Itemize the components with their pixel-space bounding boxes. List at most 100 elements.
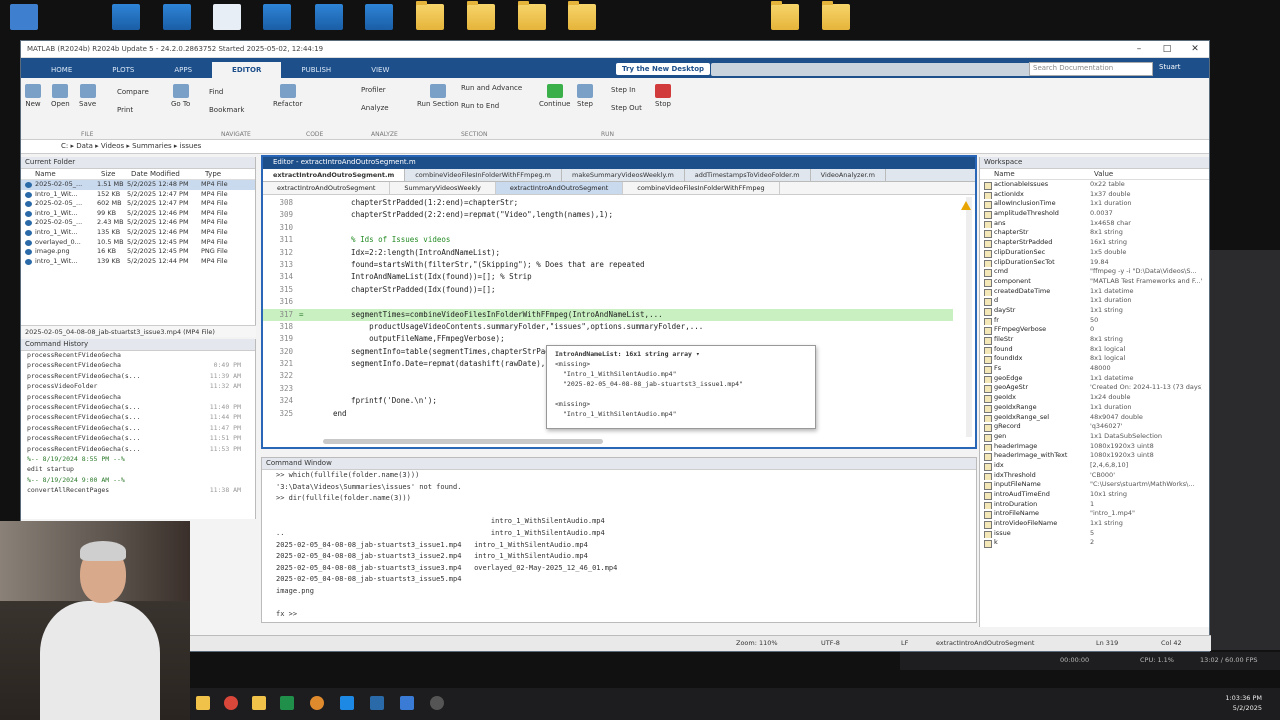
- code-line[interactable]: 310: [263, 222, 953, 234]
- workspace-variable[interactable]: geoIdxRange_sel 48x9047 double: [980, 413, 1209, 423]
- app-icon[interactable]: [340, 696, 354, 710]
- workspace-variable[interactable]: d 1x1 duration: [980, 296, 1209, 306]
- workspace-variable[interactable]: chapterStrPadded 16x1 string: [980, 238, 1209, 248]
- obs-icon[interactable]: [430, 696, 444, 710]
- tooltip-header[interactable]: IntroAndNameList: 16x1 string array ▾: [555, 350, 807, 360]
- code-line[interactable]: 319 outputFileName,FFmpegVerbose);: [263, 333, 953, 345]
- workspace-variable[interactable]: amplitudeThreshold 0.0037: [980, 209, 1209, 219]
- new-button[interactable]: New: [25, 84, 41, 108]
- workspace-variable[interactable]: actionableIssues 0x22 table: [980, 180, 1209, 190]
- workspace-variable[interactable]: inputFileName "C:\Users\stuartm\MathWorks…: [980, 480, 1209, 490]
- code-line[interactable]: 312 Idx=2:2:length(IntroAndNameList);: [263, 247, 953, 259]
- workspace-variable[interactable]: idxThreshold 'CB000': [980, 471, 1209, 481]
- workspace-variable[interactable]: ans 1x4658 char: [980, 219, 1209, 229]
- workspace-variable[interactable]: geoIdxRange 1x1 duration: [980, 403, 1209, 413]
- col-date[interactable]: Date Modified: [127, 169, 201, 179]
- workspace-variable[interactable]: gRecord'q346027': [980, 422, 1209, 432]
- app-icon[interactable]: [370, 696, 384, 710]
- workspace-variable[interactable]: k2: [980, 538, 1209, 549]
- history-row[interactable]: %-- 8/19/2024 8:55 PM --%: [21, 455, 255, 465]
- workspace-variable[interactable]: geoIdx 1x24 double: [980, 393, 1209, 403]
- col-size[interactable]: Size: [97, 169, 127, 179]
- print-button[interactable]: Print: [117, 106, 133, 114]
- step-in-button[interactable]: Step In: [611, 86, 636, 94]
- open-button[interactable]: Open: [51, 84, 70, 108]
- workspace-variable[interactable]: dayStr 1x1 string: [980, 306, 1209, 316]
- history-row[interactable]: %-- 8/19/2024 9:00 AM --%: [21, 476, 255, 486]
- workspace-variable[interactable]: introAudTimeEnd 10x1 string: [980, 490, 1209, 500]
- bookmark-button[interactable]: Bookmark: [209, 106, 244, 114]
- code-line[interactable]: 316: [263, 296, 953, 308]
- editor-horizontal-scrollbar[interactable]: [323, 439, 603, 444]
- editor-file-tab[interactable]: makeSummaryVideosWeekly.m: [562, 169, 685, 181]
- folder-icon[interactable]: [467, 1, 495, 30]
- workspace-variable[interactable]: introDuration 1: [980, 500, 1209, 510]
- workspace-variable[interactable]: Fs 48000: [980, 364, 1209, 374]
- local-function-tab[interactable]: SummaryVideosWeekly: [390, 182, 496, 194]
- history-row[interactable]: convertAllRecentPages 11:38 AM: [21, 486, 255, 496]
- workspace-variable[interactable]: createdDateTime 1x1 datetime: [980, 287, 1209, 297]
- workspace-variable[interactable]: FFmpegVerbose 0: [980, 325, 1209, 335]
- outlook-icon[interactable]: [400, 696, 414, 710]
- local-function-tab[interactable]: combineVideoFilesInFolderWithFFmpeg: [623, 182, 780, 194]
- editor-file-tab[interactable]: combineVideoFilesInFolderWithFFmpeg.m: [405, 169, 562, 181]
- run-to-end-button[interactable]: Run to End: [461, 102, 499, 110]
- find-button[interactable]: Find: [209, 88, 223, 96]
- col-type[interactable]: Type: [201, 169, 241, 179]
- workspace-variable[interactable]: clipDurationSec 1x5 double: [980, 248, 1209, 258]
- app-icon[interactable]: [315, 4, 343, 30]
- minimize-icon[interactable]: –: [1125, 44, 1153, 54]
- code-line[interactable]: 311 % Ids of Issues videos: [263, 234, 953, 246]
- file-explorer-icon[interactable]: [196, 696, 210, 710]
- code-line[interactable]: 317 = segmentTimes=combineVideoFilesInFol…: [263, 308, 953, 321]
- history-row[interactable]: processRecentFVideoGecha(s... 11:44 PM: [21, 413, 255, 423]
- address-bar[interactable]: C: ▸ Data ▸ Videos ▸ Summaries ▸ issues: [21, 140, 1209, 154]
- workspace-variable[interactable]: gen 1x1 DataSubSelection: [980, 432, 1209, 442]
- tab-home[interactable]: HOME: [31, 62, 92, 78]
- workspace-variable[interactable]: allowInclusionTime 1x1 duration: [980, 199, 1209, 210]
- code-line[interactable]: 315 chapterStrPadded(Idx(found))=[];: [263, 284, 953, 296]
- stop-button[interactable]: Stop: [655, 84, 671, 108]
- excel-icon[interactable]: [280, 696, 294, 710]
- warning-icon[interactable]: [961, 201, 971, 210]
- history-row[interactable]: processRecentFVideoGecha(s... 11:53 PM: [21, 445, 255, 455]
- editor-file-tab[interactable]: VideoAnalyzer.m: [811, 169, 886, 181]
- file-row[interactable]: intro_1_Wit... 135 KB 5/2/2025 12:46 PM MP4…: [21, 228, 255, 238]
- workspace-variable[interactable]: idx [2,4,6,8,10]: [980, 461, 1209, 471]
- file-row[interactable]: Intro_1_Wit... 152 KB 5/2/2025 12:47 PM MP4…: [21, 190, 255, 200]
- tab-publish[interactable]: PUBLISH: [281, 62, 351, 78]
- workspace-variable[interactable]: actionIdx 1x37 double: [980, 190, 1209, 200]
- workspace-variable[interactable]: foundIdx 8x1 logical: [980, 354, 1209, 365]
- local-function-tab[interactable]: extractIntroAndOutroSegment: [495, 182, 624, 194]
- save-button[interactable]: Save: [79, 84, 96, 108]
- folder-icon[interactable]: [822, 1, 850, 30]
- app-icon[interactable]: [263, 4, 291, 30]
- workspace-variable[interactable]: cmd "ffmpeg -y -i "D:\Data\Videos\S...: [980, 267, 1209, 277]
- local-function-tab[interactable]: extractIntroAndOutroSegment: [263, 182, 391, 194]
- file-row[interactable]: 2025-02-05_... 1.51 MB 5/2/2025 12:48 PM MP…: [21, 180, 255, 190]
- folder-icon[interactable]: [568, 1, 596, 30]
- continue-button[interactable]: Continue: [539, 84, 570, 108]
- profiler-button[interactable]: Profiler: [361, 86, 386, 94]
- history-row[interactable]: processVideoFolder 11:32 AM: [21, 382, 255, 392]
- code-line[interactable]: 308 chapterStrPadded(1:2:end)=chapterStr…: [263, 197, 953, 209]
- file-row[interactable]: image.png 16 KB 5/2/2025 12:45 PM PNG File: [21, 247, 255, 257]
- history-row[interactable]: processRecentFVideoGecha(s... 11:51 PM: [21, 434, 255, 444]
- file-row[interactable]: 2025-02-05_... 2.43 MB 5/2/2025 12:46 PM MP…: [21, 218, 255, 228]
- cloud-icon[interactable]: [365, 4, 393, 30]
- workspace-variable[interactable]: headerImage 1080x1920x3 uint8: [980, 442, 1209, 452]
- history-row[interactable]: edit startup: [21, 465, 255, 475]
- go-to-button[interactable]: Go To: [171, 84, 190, 108]
- user-menu[interactable]: Stuart: [1159, 63, 1181, 71]
- tab-apps[interactable]: APPS: [154, 62, 212, 78]
- file-row[interactable]: overlayed_0... 10.5 MB 5/2/2025 12:45 PM MP…: [21, 238, 255, 248]
- workspace-variable[interactable]: chapterStr 8x1 string: [980, 228, 1209, 239]
- chrome-icon[interactable]: [224, 696, 238, 710]
- code-line[interactable]: 309 chapterStrPadded(2:2:end)=repmat("Vi…: [263, 209, 953, 221]
- folder-icon[interactable]: [518, 1, 546, 30]
- code-line[interactable]: 318 productUsageVideoContents.summaryFol…: [263, 321, 953, 333]
- search-documentation-input[interactable]: Search Documentation: [1029, 62, 1153, 76]
- file-row[interactable]: intro_1_Wit... 139 KB 5/2/2025 12:44 PM MP4…: [21, 257, 255, 267]
- step-out-button[interactable]: Step Out: [611, 104, 642, 112]
- editor-file-tab[interactable]: extractIntroAndOutroSegment.m: [263, 169, 406, 181]
